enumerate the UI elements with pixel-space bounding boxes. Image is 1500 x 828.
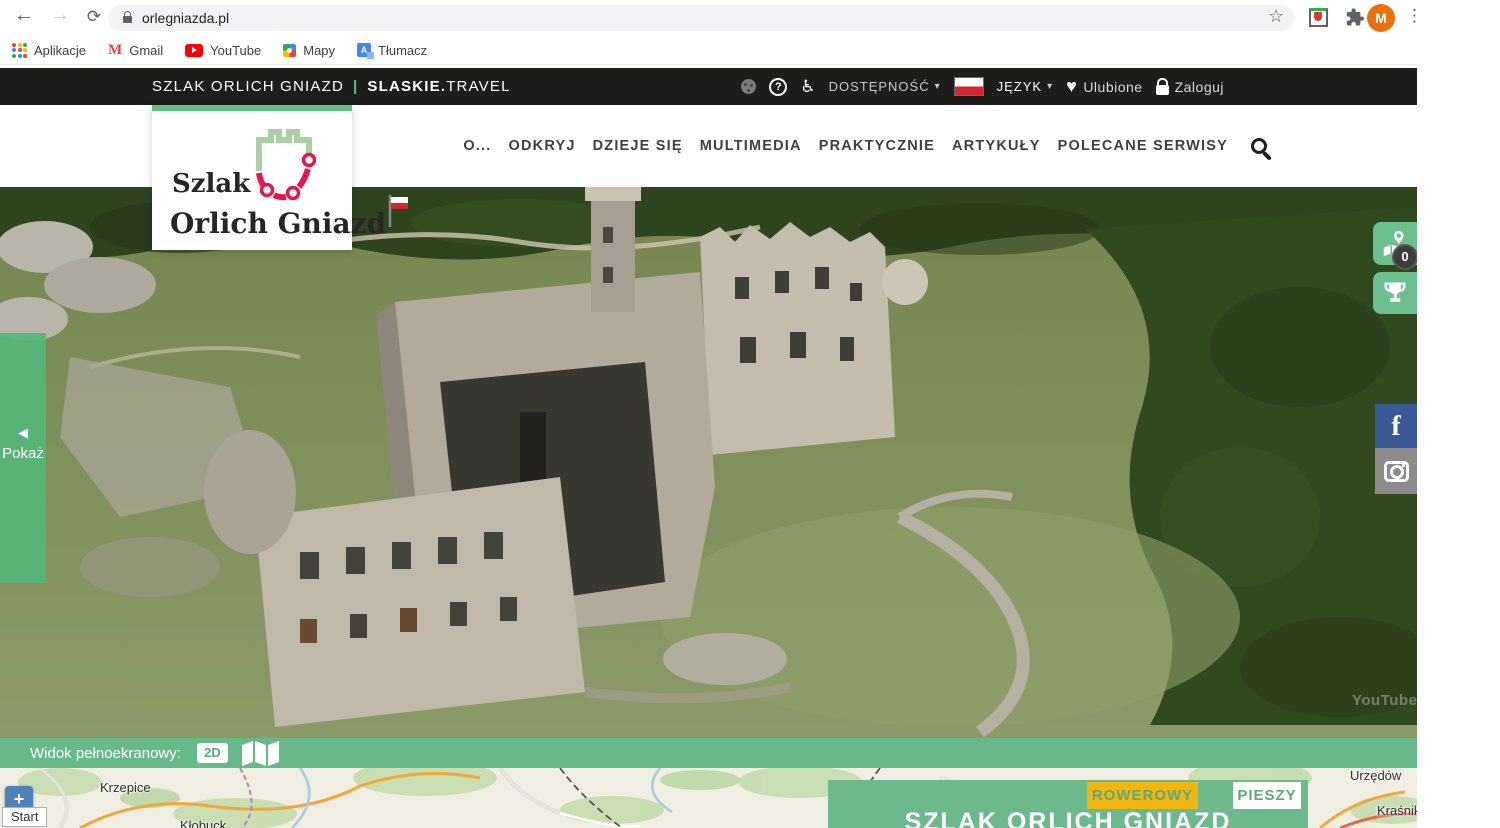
map-place-label: Urzędów	[1350, 768, 1401, 783]
nav-item-praktycznie[interactable]: PRAKTYCZNIE	[819, 138, 935, 154]
instagram-button[interactable]	[1375, 448, 1417, 494]
trophy-icon	[1381, 279, 1409, 307]
gmail-icon: M	[108, 42, 122, 59]
login-label: Zaloguj	[1175, 79, 1224, 95]
site-brand[interactable]: SZLAK ORLICH GNIAZD | SLASKIE. TRAVEL	[152, 68, 511, 105]
language-dropdown[interactable]: JĘZYK ▾	[997, 79, 1054, 94]
extensions-puzzle-icon[interactable]	[1344, 7, 1365, 28]
bookmarks-bar: Aplikacje M Gmail YouTube Mapy A Tłumacz	[0, 36, 1417, 65]
bookmark-maps[interactable]: Mapy	[283, 43, 335, 58]
nav-item-dzieje-sie[interactable]: DZIEJE SIĘ	[593, 138, 683, 154]
forward-icon: →	[46, 4, 74, 27]
translate-icon: A	[357, 43, 371, 57]
profile-avatar[interactable]: M	[1367, 4, 1395, 32]
show-drawer-button[interactable]: ◀ Pokaż	[0, 333, 46, 583]
camera-icon	[1384, 461, 1409, 482]
youtube-watermark: YouTube	[1352, 692, 1417, 709]
back-icon[interactable]: ←	[10, 4, 38, 27]
logo-text-line2: Orlich Gniazd	[170, 207, 386, 240]
heart-icon: ♥	[1066, 76, 1077, 97]
bookmark-star-icon[interactable]: ☆	[1268, 6, 1284, 27]
logo-text-line1: Szlak	[172, 169, 250, 199]
map-preview[interactable]: Krzepice Kłobuck Urzędów Kraśnik + Start…	[0, 768, 1417, 828]
trail-panel: ROWEROWY PIESZY SZLAK ORLICH GNIAZD	[828, 780, 1308, 828]
castle-route-icon	[252, 129, 316, 201]
hero-video-frame[interactable]: ◀ Pokaż 0 f YouTube	[0, 187, 1417, 738]
address-bar[interactable]: orlegniazda.pl	[108, 5, 1294, 31]
map-place-label: Kraśnik	[1377, 803, 1417, 818]
chevron-down-icon: ▾	[1047, 81, 1053, 92]
facebook-button[interactable]: f	[1375, 404, 1417, 448]
main-nav: O... ODKRYJ DZIEJE SIĘ MULTIMEDIA PRAKTY…	[463, 105, 1267, 187]
extension-shield-icon[interactable]	[1309, 8, 1328, 27]
trip-count-badge: 0	[1392, 244, 1417, 270]
chevron-down-icon: ▾	[935, 81, 941, 92]
bookmark-youtube[interactable]: YouTube	[185, 43, 261, 58]
trail-panel-title: SZLAK ORLICH GNIAZD	[828, 808, 1308, 828]
achievements-button[interactable]	[1373, 272, 1417, 314]
login-link[interactable]: Zaloguj	[1156, 79, 1224, 95]
https-lock-icon	[123, 16, 132, 23]
fullscreen-map-button[interactable]	[242, 741, 279, 766]
nav-item-polecane-serwisy[interactable]: POLECANE SERWISY	[1058, 138, 1228, 154]
map-place-label: Kłobuck	[180, 818, 226, 828]
search-icon[interactable]	[1251, 138, 1267, 154]
accessibility-dropdown[interactable]: DOSTĘPNOŚĆ ▾	[829, 79, 941, 94]
castle-aerial-scene	[0, 187, 1417, 738]
nav-item-multimedia[interactable]: MULTIMEDIA	[700, 138, 802, 154]
google-maps-icon	[283, 44, 296, 57]
bookmark-translate[interactable]: A Tłumacz	[357, 43, 427, 58]
apps-grid-icon	[12, 43, 27, 58]
map-place-label: Krzepice	[100, 780, 151, 795]
brand-travel: TRAVEL	[446, 78, 510, 95]
nav-item-artykuly[interactable]: ARTYKUŁY	[952, 138, 1041, 154]
bookmark-label: Aplikacje	[34, 43, 86, 58]
fullscreen-bar: Widok pełnoekranowy: 2D	[0, 738, 1417, 768]
favorites-label: Ulubione	[1083, 79, 1142, 95]
bookmark-gmail[interactable]: M Gmail	[108, 42, 163, 59]
bookmark-label: Mapy	[303, 43, 335, 58]
brand-slaskie: SLASKIE.	[367, 78, 446, 95]
bookmark-label: Tłumacz	[378, 43, 427, 58]
drawer-label: Pokaż	[0, 445, 50, 462]
topbar-utilities: ? ♿ DOSTĘPNOŚĆ ▾ JĘZYK ▾ ♥ Ulubione Zalo…	[741, 68, 1224, 105]
browser-toolbar: ← → ⟳ orlegniazda.pl ☆ M ⋮	[0, 0, 1417, 36]
help-icon[interactable]: ?	[769, 78, 787, 96]
site-logo[interactable]: Szlak Orlich Gniazd	[152, 105, 352, 250]
language-label: JĘZYK	[997, 79, 1042, 94]
folded-map-icon	[242, 741, 279, 766]
youtube-icon	[185, 44, 203, 57]
nav-item-o[interactable]: O...	[463, 138, 491, 154]
site-topbar: SZLAK ORLICH GNIAZD | SLASKIE. TRAVEL ? …	[0, 68, 1417, 105]
polish-flag-icon[interactable]	[954, 77, 984, 96]
fullscreen-label: Widok pełnoekranowy:	[30, 745, 181, 762]
rowerowy-button[interactable]: ROWEROWY	[1087, 782, 1198, 809]
nav-item-odkryj[interactable]: ODKRYJ	[509, 138, 576, 154]
url-text[interactable]: orlegniazda.pl	[142, 10, 229, 26]
accessibility-label: DOSTĘPNOŚĆ	[829, 79, 930, 94]
mode-2d-button[interactable]: 2D	[197, 743, 228, 763]
pieszy-button[interactable]: PIESZY	[1233, 782, 1301, 809]
drawer-arrow-icon: ◀	[0, 425, 46, 441]
contrast-icon[interactable]	[741, 79, 756, 94]
start-tooltip: Start	[2, 807, 47, 827]
browser-window: ← → ⟳ orlegniazda.pl ☆ M ⋮ Aplikacje M G…	[0, 0, 1500, 828]
favorites-link[interactable]: ♥ Ulubione	[1066, 76, 1142, 97]
brand-separator: |	[353, 78, 358, 95]
brand-left: SZLAK ORLICH GNIAZD	[152, 78, 344, 95]
bookmark-label: YouTube	[210, 43, 261, 58]
refresh-icon[interactable]: ⟳	[80, 7, 108, 27]
bookmark-label: Gmail	[129, 43, 163, 58]
browser-menu-icon[interactable]: ⋮	[1406, 6, 1423, 26]
accessibility-icon[interactable]: ♿	[800, 77, 815, 97]
lock-icon	[1156, 85, 1169, 95]
bookmark-apps[interactable]: Aplikacje	[12, 43, 86, 58]
